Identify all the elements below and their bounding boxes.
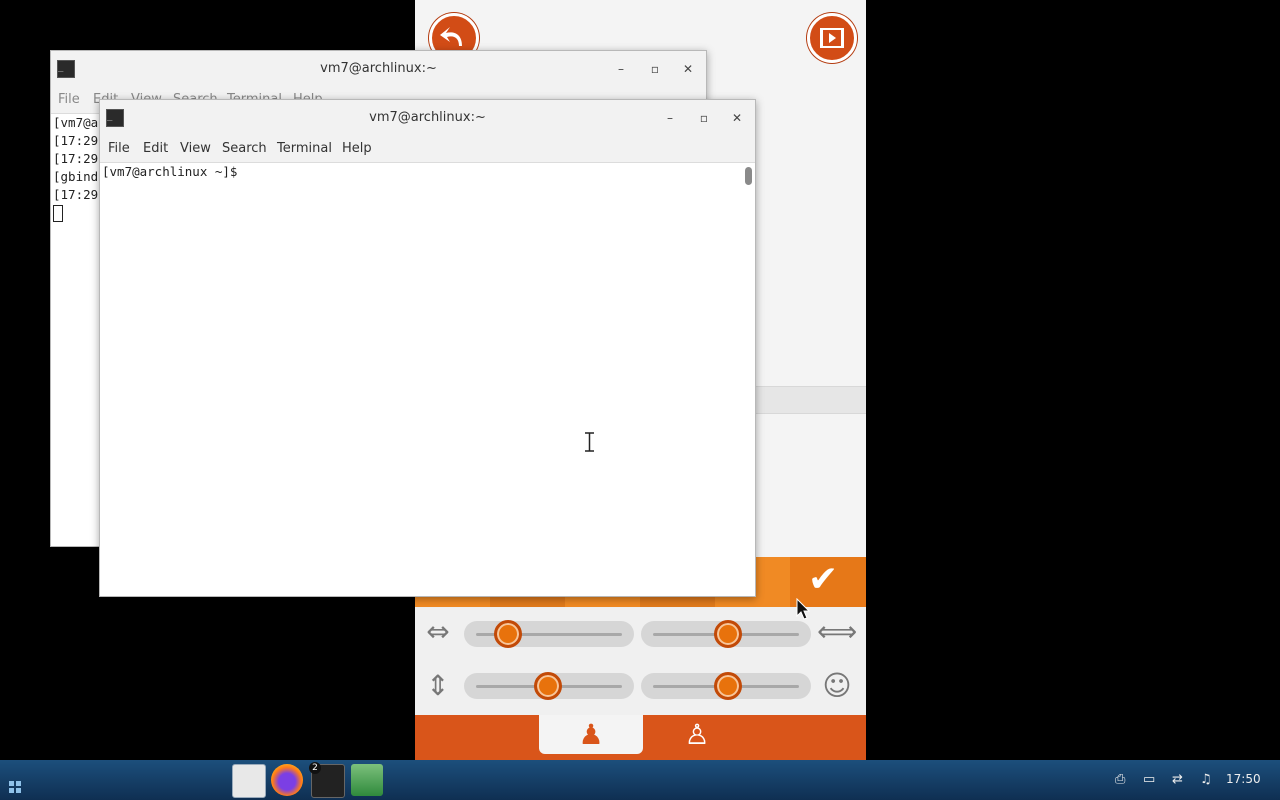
file-manager-icon[interactable] [232, 764, 266, 798]
app-taskbar-icon[interactable] [351, 764, 383, 796]
slider-knob[interactable] [714, 672, 742, 700]
network-icon[interactable]: ⇄ [1172, 772, 1183, 787]
boy-icon: ♟ [578, 718, 604, 751]
terminal-prompt: [vm7@archlinux ~]$ [102, 164, 238, 179]
tab-girl[interactable]: ♙ [645, 715, 749, 754]
girl-icon: ♙ [684, 718, 710, 751]
height-slider-left[interactable] [464, 672, 634, 700]
start-menu-icon[interactable] [9, 781, 21, 793]
terminal-count-badge: 2 [309, 762, 321, 774]
display-icon[interactable]: ▭ [1143, 772, 1155, 787]
menu-terminal[interactable]: Terminal [277, 141, 332, 156]
tab-boy[interactable]: ♟ [539, 715, 643, 754]
terminal-output[interactable]: [vm7@archlinux ~]$ [100, 163, 755, 596]
menu-view[interactable]: View [180, 141, 211, 156]
menu-bar: File Edit View Search Terminal Help [100, 136, 755, 163]
window-title: vm7@archlinux:~ [320, 61, 437, 76]
music-icon[interactable]: ♫ [1200, 772, 1212, 787]
smiley-icon: ☺ [822, 669, 852, 702]
clock[interactable]: 17:50 [1226, 772, 1261, 786]
menu-help[interactable]: Help [342, 141, 372, 156]
menu-file[interactable]: File [108, 141, 130, 156]
slider-knob[interactable] [494, 620, 522, 648]
slider-knob[interactable] [714, 620, 742, 648]
menu-file[interactable]: File [58, 92, 80, 107]
window-title: vm7@archlinux:~ [369, 110, 486, 125]
taskbar: 2 ⎙ ▭ ⇄ ♫ 17:50 [0, 760, 1280, 800]
checkmark-icon: ✔ [808, 559, 839, 600]
face-width-icon: ⟺ [817, 615, 858, 648]
title-bar[interactable]: _ vm7@archlinux:~ – ▫ ✕ [100, 100, 755, 136]
scrollbar[interactable] [745, 167, 752, 185]
close-button[interactable]: ✕ [728, 109, 746, 127]
height-slider-right[interactable] [641, 672, 811, 700]
film-icon[interactable] [807, 13, 857, 63]
minimize-button[interactable]: – [612, 60, 630, 78]
maximize-button[interactable]: ▫ [646, 60, 664, 78]
menu-edit[interactable]: Edit [143, 141, 168, 156]
title-bar[interactable]: _ vm7@archlinux:~ – ▫ ✕ [51, 51, 706, 87]
minimize-button[interactable]: – [661, 109, 679, 127]
vertical-arrows-icon: ⇕ [426, 669, 450, 702]
mouse-pointer-icon [796, 597, 811, 624]
firefox-icon[interactable] [271, 764, 303, 796]
terminal-window-front[interactable]: _ vm7@archlinux:~ – ▫ ✕ File Edit View S… [99, 99, 756, 597]
horizontal-arrows-icon: ⇔ [426, 615, 450, 648]
printer-icon[interactable]: ⎙ [1115, 772, 1125, 787]
maximize-button[interactable]: ▫ [695, 109, 713, 127]
text-cursor-icon [585, 432, 594, 452]
close-button[interactable]: ✕ [679, 60, 697, 78]
menu-search[interactable]: Search [222, 141, 267, 156]
width-slider-left[interactable] [464, 620, 634, 648]
slider-knob[interactable] [534, 672, 562, 700]
width-slider-right[interactable] [641, 620, 811, 648]
gender-tab-bar: ♟ ♙ [415, 715, 866, 760]
